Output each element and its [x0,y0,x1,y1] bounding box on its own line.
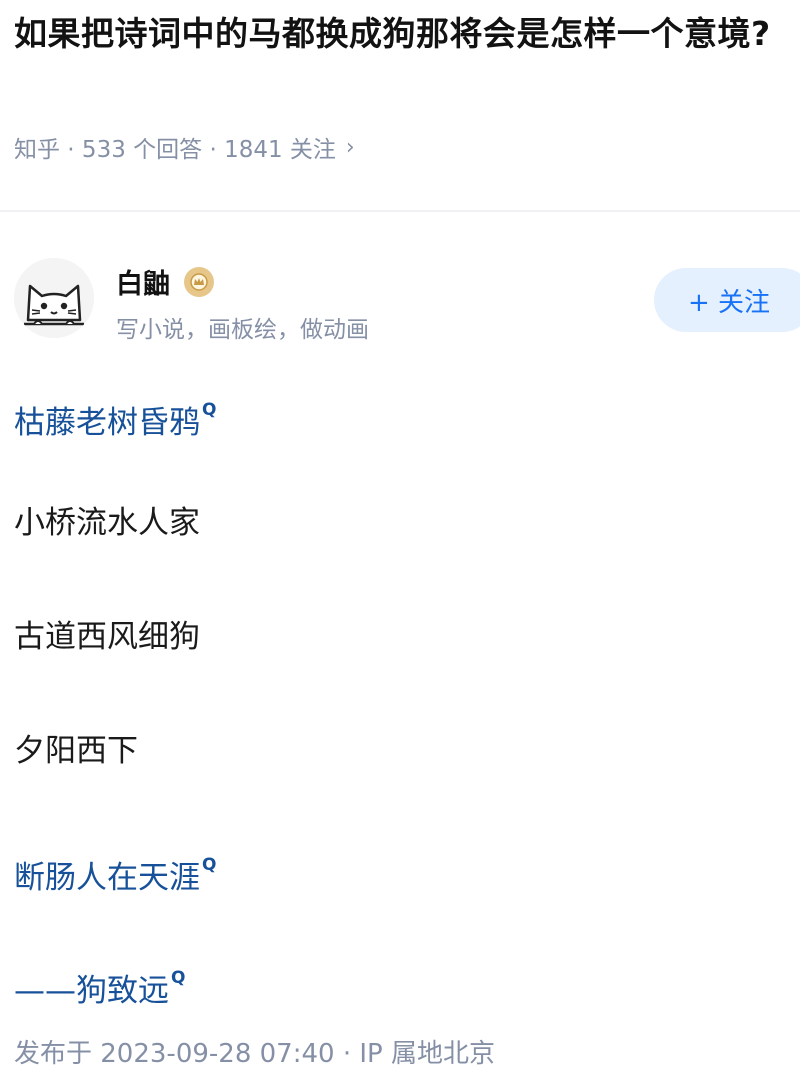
answer-line-text: 夕阳西下 [14,733,138,769]
answer-line-3: 古道西风细狗 [14,617,200,657]
author-bio: 写小说，画板绘，做动画 [116,317,369,343]
question-stats: 知乎 · 533 个回答 · 1841 关注 [14,137,336,163]
follow-button[interactable]: + 关注 [654,268,800,332]
author-name-row[interactable]: 白鼬 [116,262,214,301]
answer-line-text: 古道西风细狗 [14,619,200,655]
search-icon: Q [171,968,186,988]
answer-line-text: 小桥流水人家 [14,505,200,541]
search-icon: Q [202,855,217,875]
answer-line-5[interactable]: 断肠人在天涯 Q [14,845,216,898]
question-meta[interactable]: 知乎 · 533 个回答 · 1841 关注 › [14,130,355,164]
publish-info: 发布于 2023-09-28 07:40 · IP 属地北京 [14,1039,495,1069]
cat-face-icon [14,258,94,338]
section-divider [0,210,800,212]
search-icon: Q [202,400,217,420]
avatar[interactable] [14,258,94,338]
answer-line-text[interactable]: 枯藤老树昏鸦 [14,405,200,441]
answer-line-2: 小桥流水人家 [14,503,200,543]
author-name[interactable]: 白鼬 [116,262,170,301]
answer-line-1[interactable]: 枯藤老树昏鸦 Q [14,390,216,443]
answer-line-text[interactable]: ——狗致远 [14,973,169,1009]
answer-line-4: 夕阳西下 [14,731,138,771]
crown-badge-icon [184,266,214,297]
question-title[interactable]: 如果把诗词中的马都换成狗那将会是怎样一个意境? [14,6,790,62]
answer-line-6[interactable]: ——狗致远 Q [14,958,185,1011]
answer-line-text[interactable]: 断肠人在天涯 [14,860,200,896]
chevron-right-icon: › [345,134,355,160]
